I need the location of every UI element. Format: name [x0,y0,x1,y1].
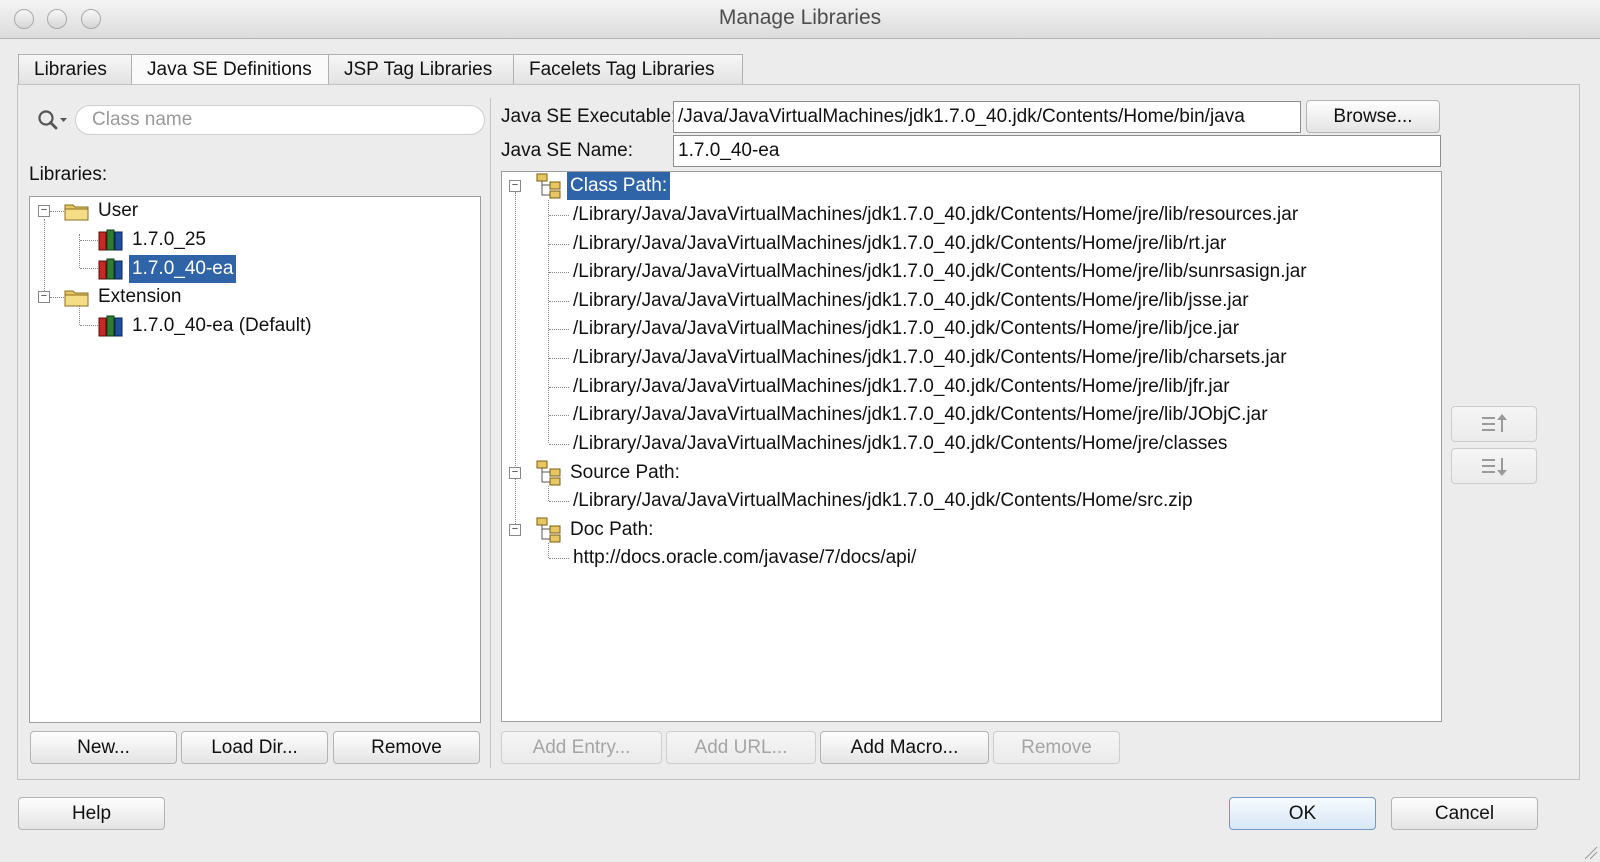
path-node-icon [536,173,561,199]
tree-item-library-selected[interactable]: 1.7.0_40-ea [98,255,237,283]
move-down-icon [1482,458,1507,476]
name-field[interactable]: 1.7.0_40-ea [673,135,1441,167]
remove-library-button[interactable]: Remove [333,731,480,764]
add-entry-button[interactable]: Add Entry... [501,731,662,764]
move-up-button[interactable] [1451,406,1537,442]
class-path-entry[interactable]: /Library/Java/JavaVirtualMachines/jdk1.7… [570,201,1301,229]
class-path-entry[interactable]: /Library/Java/JavaVirtualMachines/jdk1.7… [570,401,1271,429]
search-icon[interactable] [35,107,71,133]
class-path-entry[interactable]: /Library/Java/JavaVirtualMachines/jdk1.7… [570,344,1290,372]
path-node-icon [536,517,561,543]
add-macro-button[interactable]: Add Macro... [820,731,989,764]
class-path-entry[interactable]: /Library/Java/JavaVirtualMachines/jdk1.7… [570,373,1233,401]
move-up-icon [1482,414,1507,432]
remove-path-button[interactable]: Remove [993,731,1120,764]
tab-jsp-tag-libraries[interactable]: JSP Tag Libraries [328,54,514,84]
tree-item-library[interactable]: 1.7.0_40-ea (Default) [98,312,315,340]
tree-group-user[interactable]: User [64,197,141,225]
panel-divider[interactable] [490,98,491,768]
paths-tree[interactable]: − Class Path: /Library/Java/JavaVirtualM… [501,171,1442,722]
collapse-extension-icon[interactable]: − [38,291,50,303]
title-bar: Manage Libraries [0,0,1600,39]
tree-group-extension[interactable]: Extension [64,283,184,311]
collapse-source-path-icon[interactable]: − [509,467,521,479]
resize-grip-icon[interactable] [1582,844,1598,860]
search-bar [31,105,489,135]
add-url-button[interactable]: Add URL... [666,731,816,764]
class-path-entry[interactable]: /Library/Java/JavaVirtualMachines/jdk1.7… [570,315,1242,343]
path-node-icon [536,460,561,486]
source-path-entry[interactable]: /Library/Java/JavaVirtualMachines/jdk1.7… [570,487,1196,515]
new-library-button[interactable]: New... [30,731,177,764]
library-icon [98,229,123,251]
name-label: Java SE Name: [501,140,633,161]
load-dir-button[interactable]: Load Dir... [181,731,328,764]
collapse-user-icon[interactable]: − [38,205,50,217]
class-path-entry[interactable]: /Library/Java/JavaVirtualMachines/jdk1.7… [570,230,1229,258]
tree-node-class-path[interactable]: Class Path: [536,172,671,200]
libraries-tree[interactable]: − User 1.7.0_25 1.7.0_40-ea − Extension [29,196,481,723]
library-icon [98,315,123,337]
ok-button[interactable]: OK [1229,797,1376,830]
collapse-class-path-icon[interactable]: − [509,180,521,192]
folder-icon [64,204,89,221]
tree-node-doc-path[interactable]: Doc Path: [536,516,656,544]
doc-path-entry[interactable]: http://docs.oracle.com/javase/7/docs/api… [570,544,919,572]
tree-node-source-path[interactable]: Source Path: [536,459,683,487]
tab-java-se-definitions[interactable]: Java SE Definitions [131,54,329,85]
tab-facelets-tag-libraries[interactable]: Facelets Tag Libraries [513,54,743,84]
move-down-button[interactable] [1451,448,1537,484]
class-path-entry[interactable]: /Library/Java/JavaVirtualMachines/jdk1.7… [570,258,1310,286]
class-name-search-input[interactable] [75,105,485,135]
tab-bar: Libraries Java SE Definitions JSP Tag Li… [18,54,743,85]
library-icon [98,258,123,280]
folder-icon [64,290,89,307]
libraries-label: Libraries: [29,164,108,185]
window-title: Manage Libraries [718,6,882,29]
tree-item-library[interactable]: 1.7.0_25 [98,226,209,254]
class-path-entry[interactable]: /Library/Java/JavaVirtualMachines/jdk1.7… [570,430,1230,458]
tab-libraries[interactable]: Libraries [18,54,132,84]
cancel-button[interactable]: Cancel [1391,797,1538,830]
collapse-doc-path-icon[interactable]: − [509,524,521,536]
browse-button[interactable]: Browse... [1306,100,1440,133]
help-button[interactable]: Help [18,797,165,830]
executable-label: Java SE Executable: [501,106,677,127]
executable-field[interactable]: /Java/JavaVirtualMachines/jdk1.7.0_40.jd… [673,101,1301,133]
class-path-entry[interactable]: /Library/Java/JavaVirtualMachines/jdk1.7… [570,287,1252,315]
